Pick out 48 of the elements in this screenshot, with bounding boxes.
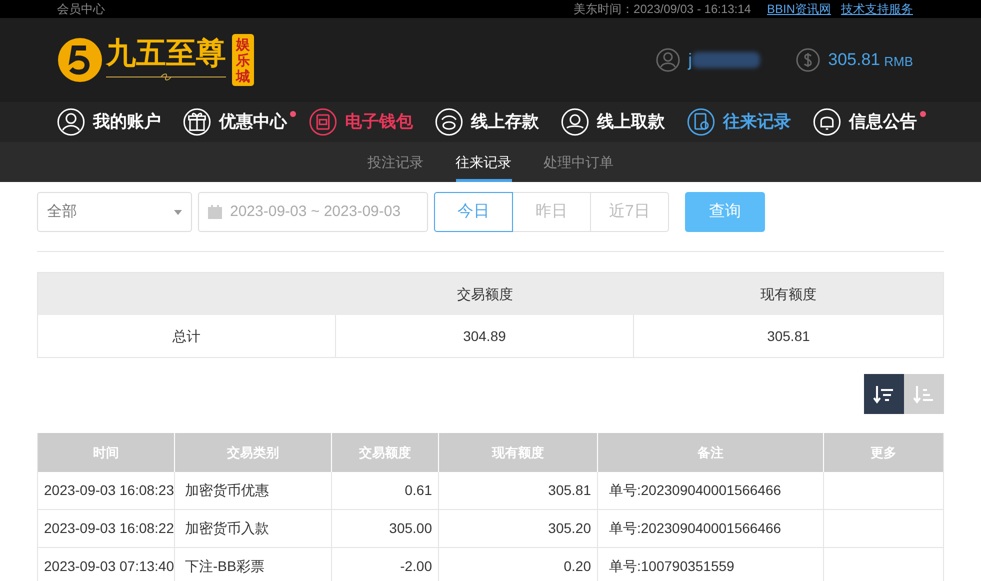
- column-header: 交易额度: [456, 284, 514, 304]
- header-link[interactable]: BBIN资讯网: [766, 0, 831, 18]
- logo-text: 九五至尊: [106, 39, 226, 69]
- nav-item[interactable]: 信息公告: [813, 102, 917, 142]
- table-cell: 305.00: [332, 510, 439, 547]
- nav-item[interactable]: 线上取款: [561, 102, 665, 142]
- ornament-icon: [106, 73, 226, 81]
- logo-badge: 娱乐城: [232, 34, 254, 86]
- nav-item[interactable]: 我的账户: [57, 102, 161, 142]
- username: j: [688, 48, 692, 72]
- table-cell: 下注-BB彩票: [175, 548, 332, 581]
- table-cell: 0.20: [439, 548, 598, 581]
- table-cell: 304.89: [336, 315, 634, 357]
- column-header: 现有额度: [760, 284, 818, 304]
- table-cell: 0.61: [332, 472, 439, 509]
- redaction-block: [692, 52, 760, 68]
- sub-tab[interactable]: 投注记录: [368, 142, 424, 182]
- table-cell: 加密货币入款: [175, 510, 332, 547]
- sub-tab[interactable]: 往来记录: [456, 142, 512, 182]
- nav-item[interactable]: 线上存款: [435, 102, 539, 142]
- sort-button[interactable]: [864, 374, 904, 414]
- table-cell: 305.20: [439, 510, 598, 547]
- logo-icon: [56, 36, 104, 84]
- table-cell: -2.00: [332, 548, 439, 581]
- user-icon: [656, 48, 680, 72]
- table-cell: 加密货币优惠: [175, 472, 332, 509]
- table-cell: 单号:202309040001566466: [598, 472, 824, 509]
- calendar-icon: [207, 204, 223, 220]
- header-link[interactable]: 技术支持服务: [841, 0, 913, 18]
- currency: RMB: [884, 52, 913, 71]
- time-label: 美东时间：2023/09/03 - 16:13:14: [574, 1, 751, 18]
- sub-tab[interactable]: 处理中订单: [544, 142, 614, 182]
- table-cell: 2023-09-03 16:08:23: [38, 472, 175, 509]
- table-cell: 单号:202309040001566466: [598, 510, 824, 547]
- balance: 305.81: [828, 49, 880, 72]
- table-cell: 单号:100790351559: [598, 548, 824, 581]
- type-select[interactable]: 全部: [37, 192, 192, 232]
- table-cell: 总计: [38, 315, 336, 357]
- table-cell-text: 305.81: [766, 326, 811, 346]
- dollar-icon: [796, 48, 820, 72]
- nav-item[interactable]: 往来记录: [687, 102, 791, 142]
- table-cell: 305.81: [439, 472, 598, 509]
- caret-icon: [174, 210, 182, 214]
- table-cell: 2023-09-03 07:13:40: [38, 548, 175, 581]
- table-cell: 2023-09-03 16:08:22: [38, 510, 175, 547]
- nav-item[interactable]: 电子钱包: [309, 102, 413, 142]
- page-title: 会员中心: [57, 1, 105, 18]
- nav-item[interactable]: 优惠中心: [183, 102, 287, 142]
